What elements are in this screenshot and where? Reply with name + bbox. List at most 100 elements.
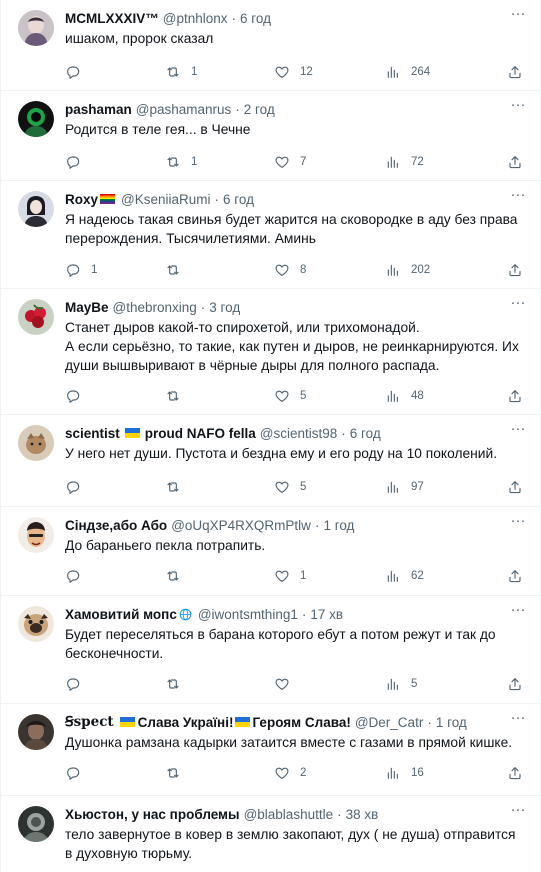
share-button[interactable] [507,674,523,694]
views-button[interactable]: 72 [385,152,424,172]
more-icon[interactable]: ··· [508,187,528,208]
share-button[interactable] [507,152,523,172]
views-button[interactable]: 5 [385,674,417,694]
avatar[interactable] [18,714,54,750]
display-name[interactable]: MayBe [65,300,109,315]
timestamp[interactable]: 2 год [244,102,275,117]
tweet[interactable]: MCMLXXXIV™ @ptnhlonx · 6 год ··· ишаком,… [1,0,541,91]
reply-button[interactable]: 1 [65,260,97,280]
tweet[interactable]: Хамовитий мопс @iwontsmthing1 · 17 хв ··… [1,596,541,704]
more-icon[interactable]: ··· [508,421,528,442]
tweet[interactable]: Хьюстон, у нас проблемы @blablashuttle ·… [1,796,541,872]
user-handle[interactable]: @scientist98 [260,426,338,441]
timestamp[interactable]: 17 хв [310,607,343,622]
action-bar: 1 12 264 [65,62,524,82]
timestamp[interactable]: 1 год [323,518,354,533]
like-button[interactable]: 1 [274,566,306,586]
user-handle[interactable]: @ptnhlonx [163,11,228,26]
tweet-header: MCMLXXXIV™ @ptnhlonx · 6 год [65,8,528,28]
like-button[interactable] [274,674,300,694]
retweet-button[interactable] [165,566,191,586]
tweet-header: pashaman @pashamanrus · 2 год [65,99,528,119]
display-name[interactable]: Ꞩspect [65,714,114,730]
tweet[interactable]: pashaman @pashamanrus · 2 год ··· Родитс… [1,91,541,181]
more-icon[interactable]: ··· [508,97,528,118]
more-icon[interactable]: ··· [508,710,528,731]
like-button[interactable]: 7 [274,152,306,172]
more-icon[interactable]: ··· [508,602,528,623]
timestamp[interactable]: 6 год [240,11,271,26]
share-button[interactable] [507,477,523,497]
like-button[interactable]: 8 [274,260,306,280]
user-handle[interactable]: @pashamanrus [136,102,232,117]
display-name-part[interactable]: Слава Україні! [138,715,234,730]
tweet[interactable]: scientist proud NAFO fella @scientist98 … [1,415,541,507]
retweet-button[interactable] [165,260,191,280]
user-handle[interactable]: @Der_Catr [355,715,423,730]
timestamp[interactable]: 6 год [223,192,254,207]
reply-button[interactable] [65,674,91,694]
display-name[interactable]: pashaman [65,102,132,117]
timestamp[interactable]: 1 год [436,715,467,730]
timestamp[interactable]: 38 хв [346,807,379,822]
avatar[interactable] [18,517,54,553]
avatar[interactable] [18,101,54,137]
share-button[interactable] [507,62,523,82]
avatar[interactable] [18,606,54,642]
avatar[interactable] [18,299,54,335]
reply-button[interactable] [65,386,91,406]
display-name[interactable]: MCMLXXXIV™ [65,11,159,26]
display-name[interactable]: Сіндзе,або Або [65,518,167,533]
tweet[interactable]: Roxy @KseniiaRumi · 6 год ··· Я надеюсь … [1,181,541,289]
reply-button[interactable] [65,477,91,497]
display-name-part[interactable]: Героям Слава! [252,715,350,730]
display-name[interactable]: Хамовитий мопс [65,607,177,622]
retweet-button[interactable]: 1 [165,152,197,172]
like-button[interactable]: 12 [274,62,313,82]
user-handle[interactable]: @KseniiaRumi [121,192,210,207]
views-button[interactable]: 48 [385,386,424,406]
retweet-button[interactable]: 1 [165,62,197,82]
like-button[interactable]: 2 [274,763,306,783]
views-button[interactable]: 62 [385,566,424,586]
share-button[interactable] [507,566,523,586]
tweet[interactable]: Ꞩspect Слава Україні! Героям Слава! @Der… [1,704,541,796]
avatar[interactable] [18,191,54,227]
retweet-button[interactable] [165,763,191,783]
views-button[interactable]: 16 [385,763,424,783]
more-icon[interactable]: ··· [508,6,528,27]
reply-button[interactable] [65,566,91,586]
retweet-button[interactable] [165,386,191,406]
display-name[interactable]: scientist [65,426,120,441]
reply-button[interactable] [65,62,91,82]
user-handle[interactable]: @blablashuttle [244,807,334,822]
retweet-button[interactable] [165,477,191,497]
retweet-button[interactable] [165,674,191,694]
views-button[interactable]: 202 [385,260,430,280]
avatar[interactable] [18,10,54,46]
more-icon[interactable]: ··· [508,802,528,823]
like-button[interactable]: 5 [274,477,306,497]
share-button[interactable] [507,260,523,280]
more-icon[interactable]: ··· [508,513,528,534]
avatar[interactable] [18,425,54,461]
tweet[interactable]: Сіндзе,або Або @oUqXP4RXQRmPtlw · 1 год … [1,507,541,596]
user-handle[interactable]: @iwontsmthing1 [198,607,298,622]
share-button[interactable] [507,386,523,406]
user-handle[interactable]: @oUqXP4RXQRmPtlw [171,518,311,533]
reply-button[interactable] [65,152,91,172]
like-button[interactable]: 5 [274,386,306,406]
timestamp[interactable]: 3 год [209,300,240,315]
avatar[interactable] [18,806,54,842]
views-button[interactable]: 264 [385,62,430,82]
share-button[interactable] [507,763,523,783]
tweet[interactable]: MayBe @thebronxing · 3 год ··· Станет ды… [1,289,541,415]
reply-button[interactable] [65,763,91,783]
display-name[interactable]: Roxy [65,192,98,207]
user-handle[interactable]: @thebronxing [113,300,197,315]
display-name-suffix[interactable]: proud NAFO fella [145,426,256,441]
timestamp[interactable]: 6 год [350,426,381,441]
views-button[interactable]: 97 [385,477,424,497]
display-name[interactable]: Хьюстон, у нас проблемы [65,807,240,822]
more-icon[interactable]: ··· [508,295,528,316]
